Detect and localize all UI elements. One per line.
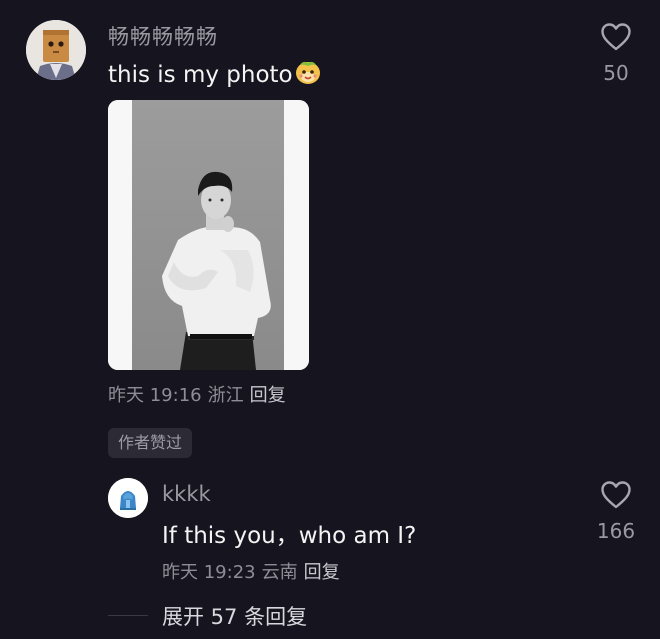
- reply-time: 昨天 19:23: [162, 562, 256, 583]
- reply-text: If this you，who am I?: [162, 523, 417, 549]
- comment-like-count: 50: [603, 61, 629, 85]
- reply-avatar[interactable]: [108, 478, 148, 518]
- comment-text: this is my photo: [108, 58, 322, 88]
- commenter-avatar[interactable]: [26, 20, 86, 80]
- commenter-username[interactable]: 畅畅畅畅畅: [108, 21, 218, 51]
- comment-reply-button[interactable]: 回复: [250, 385, 286, 406]
- comment-meta: 昨天 19:16 浙江 回复: [108, 381, 286, 407]
- heart-outline-icon[interactable]: [600, 22, 632, 52]
- reply-username[interactable]: kkkk: [162, 482, 211, 506]
- comment-time: 昨天 19:16: [108, 385, 202, 406]
- smiling-face-emoji-icon: [294, 58, 322, 86]
- reply-meta: 昨天 19:23 云南 回复: [162, 558, 340, 584]
- expand-divider: [108, 615, 148, 616]
- heart-outline-icon[interactable]: [600, 480, 632, 510]
- comment-location: 浙江: [207, 385, 244, 406]
- comment-photo[interactable]: [108, 100, 309, 370]
- comment-text-content: this is my photo: [108, 62, 293, 88]
- reply-reply-button[interactable]: 回复: [304, 562, 340, 583]
- reply-location: 云南: [261, 562, 298, 583]
- expand-replies-button[interactable]: 展开 57 条回复: [162, 601, 307, 631]
- author-liked-badge: 作者赞过: [108, 428, 193, 458]
- reply-like-count: 166: [596, 519, 636, 543]
